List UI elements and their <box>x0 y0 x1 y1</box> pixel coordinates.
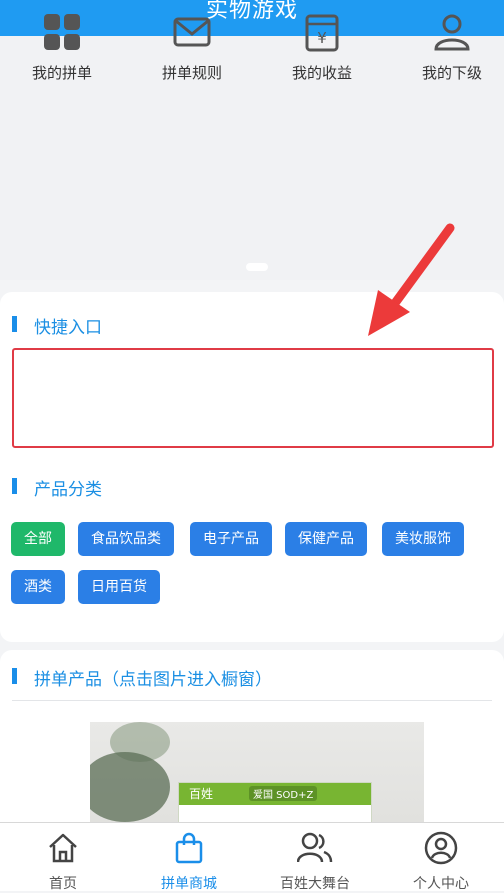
category-chip-daily[interactable]: 日用百货 <box>78 570 160 604</box>
divider <box>12 700 492 701</box>
tab-label: 百姓大舞台 <box>280 876 350 892</box>
quick-item-label: 我的拼单 <box>31 64 92 82</box>
category-chip-beauty[interactable]: 美妆服饰 <box>382 522 464 556</box>
quick-item-label: 我的下级 <box>421 64 482 82</box>
products-title: 拼单产品（点击图片进入橱窗） <box>34 670 272 690</box>
users-icon <box>252 831 378 865</box>
product-image[interactable]: 百姓 爱国 SOD+Z <box>90 722 424 832</box>
mail-icon <box>142 12 242 52</box>
tab-profile[interactable]: 个人中心 <box>378 831 504 893</box>
category-chip-food[interactable]: 食品饮品类 <box>78 522 174 556</box>
grid-icon <box>12 12 112 52</box>
annotation-arrow <box>360 222 460 346</box>
category-title: 产品分类 <box>34 480 102 500</box>
tab-label: 拼单商城 <box>161 876 217 892</box>
plant-leaf <box>90 752 170 822</box>
category-chip-liquor[interactable]: 酒类 <box>11 570 65 604</box>
tab-stage[interactable]: 百姓大舞台 <box>252 831 378 893</box>
tab-label: 首页 <box>49 876 77 892</box>
quick-item-label: 拼单规则 <box>161 64 222 82</box>
yen-wallet-icon: ¥ <box>272 12 372 52</box>
quick-item-earnings[interactable]: ¥ 我的收益 <box>272 12 372 83</box>
section-marker <box>12 668 17 684</box>
quick-entry-highlight <box>12 348 494 448</box>
tab-home[interactable]: 首页 <box>0 831 126 893</box>
section-marker <box>12 316 17 332</box>
product-tag: 爱国 SOD+Z <box>249 786 318 801</box>
svg-text:¥: ¥ <box>317 29 327 47</box>
section-marker <box>12 478 17 494</box>
home-icon <box>0 831 126 865</box>
quick-item-my-group[interactable]: 我的拼单 <box>12 12 112 83</box>
quick-item-label: 我的收益 <box>291 64 352 82</box>
quick-entry-title: 快捷入口 <box>34 318 102 338</box>
quick-item-rules[interactable]: 拼单规则 <box>142 12 242 83</box>
category-chip-all[interactable]: 全部 <box>11 522 65 556</box>
profile-icon <box>378 831 504 865</box>
tab-group-mall[interactable]: 拼单商城 <box>126 831 252 893</box>
category-chip-electronics[interactable]: 电子产品 <box>190 522 272 556</box>
category-chip-health[interactable]: 保健产品 <box>285 522 367 556</box>
quick-item-downline[interactable]: 我的下级 <box>402 12 502 83</box>
carousel-indicator[interactable] <box>246 263 268 271</box>
product-brand: 百姓 <box>189 787 214 801</box>
user-icon <box>402 12 502 52</box>
tab-label: 个人中心 <box>413 876 469 892</box>
shopping-bag-icon <box>126 831 252 865</box>
bottom-tab-bar: 首页 拼单商城 百姓大舞台 个人中心 <box>0 822 504 893</box>
